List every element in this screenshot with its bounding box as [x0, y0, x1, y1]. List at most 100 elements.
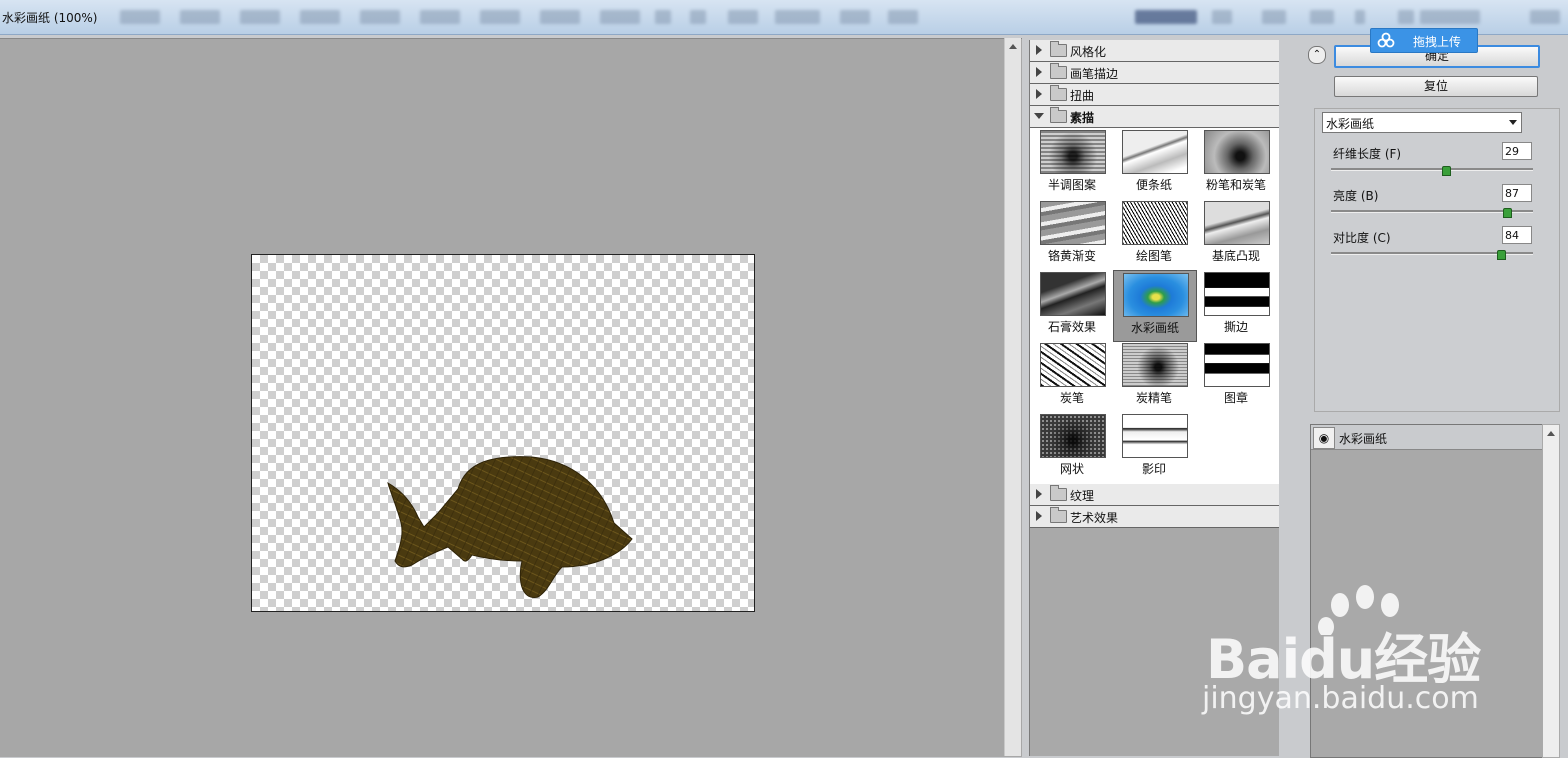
stamp-thumb	[1204, 343, 1270, 387]
toolbar-icon[interactable]	[655, 10, 671, 24]
category-stylize[interactable]: 风格化	[1030, 40, 1279, 62]
filter-stamp[interactable]: 图章	[1195, 341, 1277, 411]
scroll-up-icon[interactable]	[1009, 44, 1017, 49]
toolbar-icon[interactable]	[888, 10, 918, 24]
param-label: 纤维长度 (F)	[1333, 147, 1402, 161]
filter-label: 影印	[1141, 462, 1166, 476]
toolbar-icon[interactable]	[728, 10, 758, 24]
category-label: 画笔描边	[1070, 67, 1119, 81]
expand-arrow-icon[interactable]	[1036, 89, 1042, 99]
filter-graphic-pen[interactable]: 绘图笔	[1113, 199, 1195, 269]
filter-label: 水彩画纸	[1130, 321, 1179, 335]
toolbar-item[interactable]	[1420, 10, 1480, 24]
upload-label: 拖拽上传	[1413, 35, 1462, 49]
contrast-slider-thumb[interactable]	[1496, 250, 1506, 260]
effect-layer-row[interactable]: ◉ 水彩画纸	[1311, 425, 1543, 450]
filter-charcoal[interactable]: 炭笔	[1031, 341, 1113, 411]
fish-shape	[387, 456, 633, 598]
document-preview	[251, 254, 755, 612]
filter-photocopy[interactable]: 影印	[1113, 412, 1195, 482]
toolbar-item[interactable]	[360, 10, 400, 24]
toolbar-icon[interactable]	[840, 10, 870, 24]
filter-halftone[interactable]: 半调图案	[1031, 128, 1113, 198]
toolbar-item[interactable]	[480, 10, 520, 24]
filter-select-value: 水彩画纸	[1326, 117, 1375, 131]
collapse-arrow-icon[interactable]	[1034, 113, 1044, 119]
category-brush-strokes[interactable]: 画笔描边	[1030, 62, 1279, 84]
category-distort[interactable]: 扭曲	[1030, 84, 1279, 106]
filter-label: 撕边	[1223, 320, 1248, 334]
layers-scrollbar[interactable]	[1542, 424, 1560, 758]
toolbar-item[interactable]	[600, 10, 640, 24]
toolbar-item[interactable]	[420, 10, 460, 24]
toolbar-item[interactable]	[540, 10, 580, 24]
photocopy-thumb	[1122, 414, 1188, 458]
chevron-down-icon[interactable]	[1509, 120, 1517, 125]
param-label: 亮度 (B)	[1333, 189, 1379, 203]
expand-arrow-icon[interactable]	[1036, 489, 1042, 499]
folder-open-icon	[1050, 107, 1067, 123]
reset-button[interactable]: 复位	[1334, 76, 1538, 97]
title-bar: 水彩画纸 (100%)	[0, 0, 1568, 35]
expand-arrow-icon[interactable]	[1036, 67, 1042, 77]
category-artistic[interactable]: 艺术效果	[1030, 506, 1279, 528]
category-sketch[interactable]: 素描	[1030, 106, 1279, 128]
filter-torn-edges[interactable]: 撕边	[1195, 270, 1277, 340]
water-paper-thumb	[1123, 273, 1189, 317]
fiber-length-input[interactable]: 29	[1502, 142, 1532, 160]
scroll-up-icon[interactable]	[1547, 431, 1555, 436]
expand-arrow-icon[interactable]	[1036, 511, 1042, 521]
toolbar-item[interactable]	[300, 10, 340, 24]
preview-scrollbar[interactable]	[1004, 38, 1021, 756]
filter-reticulation[interactable]: 网状	[1031, 412, 1113, 482]
toolbar-icon[interactable]	[690, 10, 706, 24]
sketch-filter-grid: 半调图案 便条纸 粉笔和炭笔 铬黄渐变 绘图笔 基底凸现 石膏效果 水彩画纸 撕…	[1030, 128, 1279, 484]
filter-label: 图章	[1223, 391, 1248, 405]
param-label: 对比度 (C)	[1333, 231, 1391, 245]
filter-select[interactable]: 水彩画纸	[1322, 112, 1522, 133]
toolbar-icon[interactable]	[1355, 10, 1365, 24]
toolbar-item[interactable]	[180, 10, 220, 24]
collapse-gallery-icon[interactable]: ⌃	[1308, 46, 1326, 64]
toolbar-icon[interactable]	[1212, 10, 1232, 24]
category-texture[interactable]: 纹理	[1030, 484, 1279, 506]
folder-icon	[1050, 85, 1067, 101]
category-label: 扭曲	[1070, 89, 1095, 103]
brightness-slider-thumb[interactable]	[1502, 208, 1512, 218]
toolbar-icon[interactable]	[1262, 10, 1286, 24]
eye-icon[interactable]: ◉	[1313, 427, 1335, 449]
filter-water-paper[interactable]: 水彩画纸	[1113, 270, 1197, 342]
brightness-input[interactable]: 87	[1502, 184, 1532, 202]
watermark-url: jingyan.baidu.com	[1202, 681, 1479, 716]
contrast-input[interactable]: 84	[1502, 226, 1532, 244]
filter-label: 基底凸现	[1211, 249, 1260, 263]
toolbar-icon[interactable]	[1530, 10, 1560, 24]
folder-icon	[1050, 63, 1067, 79]
fiber-length-slider-thumb[interactable]	[1442, 166, 1452, 176]
filter-label: 半调图案	[1047, 178, 1096, 192]
filter-chrome[interactable]: 铬黄渐变	[1031, 199, 1113, 269]
filter-conte-crayon[interactable]: 炭精笔	[1113, 341, 1195, 411]
plaster-thumb	[1040, 272, 1106, 316]
upload-button[interactable]: 拖拽上传	[1370, 28, 1478, 53]
toolbar-item[interactable]	[1135, 10, 1197, 24]
filter-label: 炭笔	[1059, 391, 1084, 405]
category-label: 艺术效果	[1070, 511, 1119, 525]
toolbar-item[interactable]	[240, 10, 280, 24]
filter-label: 炭精笔	[1135, 391, 1172, 405]
filter-bas-relief[interactable]: 基底凸现	[1195, 199, 1277, 269]
filter-label: 网状	[1059, 462, 1084, 476]
halftone-thumb	[1040, 130, 1106, 174]
category-label: 风格化	[1070, 45, 1107, 59]
expand-arrow-icon[interactable]	[1036, 45, 1042, 55]
fiber-length-slider[interactable]	[1331, 168, 1533, 171]
filter-chalk-charcoal[interactable]: 粉笔和炭笔	[1195, 128, 1277, 198]
toolbar-icon[interactable]	[1310, 10, 1334, 24]
toolbar-icon[interactable]	[1398, 10, 1414, 24]
toolbar-item[interactable]	[120, 10, 160, 24]
graphic-pen-thumb	[1122, 201, 1188, 245]
folder-icon	[1050, 41, 1067, 57]
filter-plaster[interactable]: 石膏效果	[1031, 270, 1113, 340]
toolbar-item[interactable]	[775, 10, 820, 24]
filter-note-paper[interactable]: 便条纸	[1113, 128, 1195, 198]
